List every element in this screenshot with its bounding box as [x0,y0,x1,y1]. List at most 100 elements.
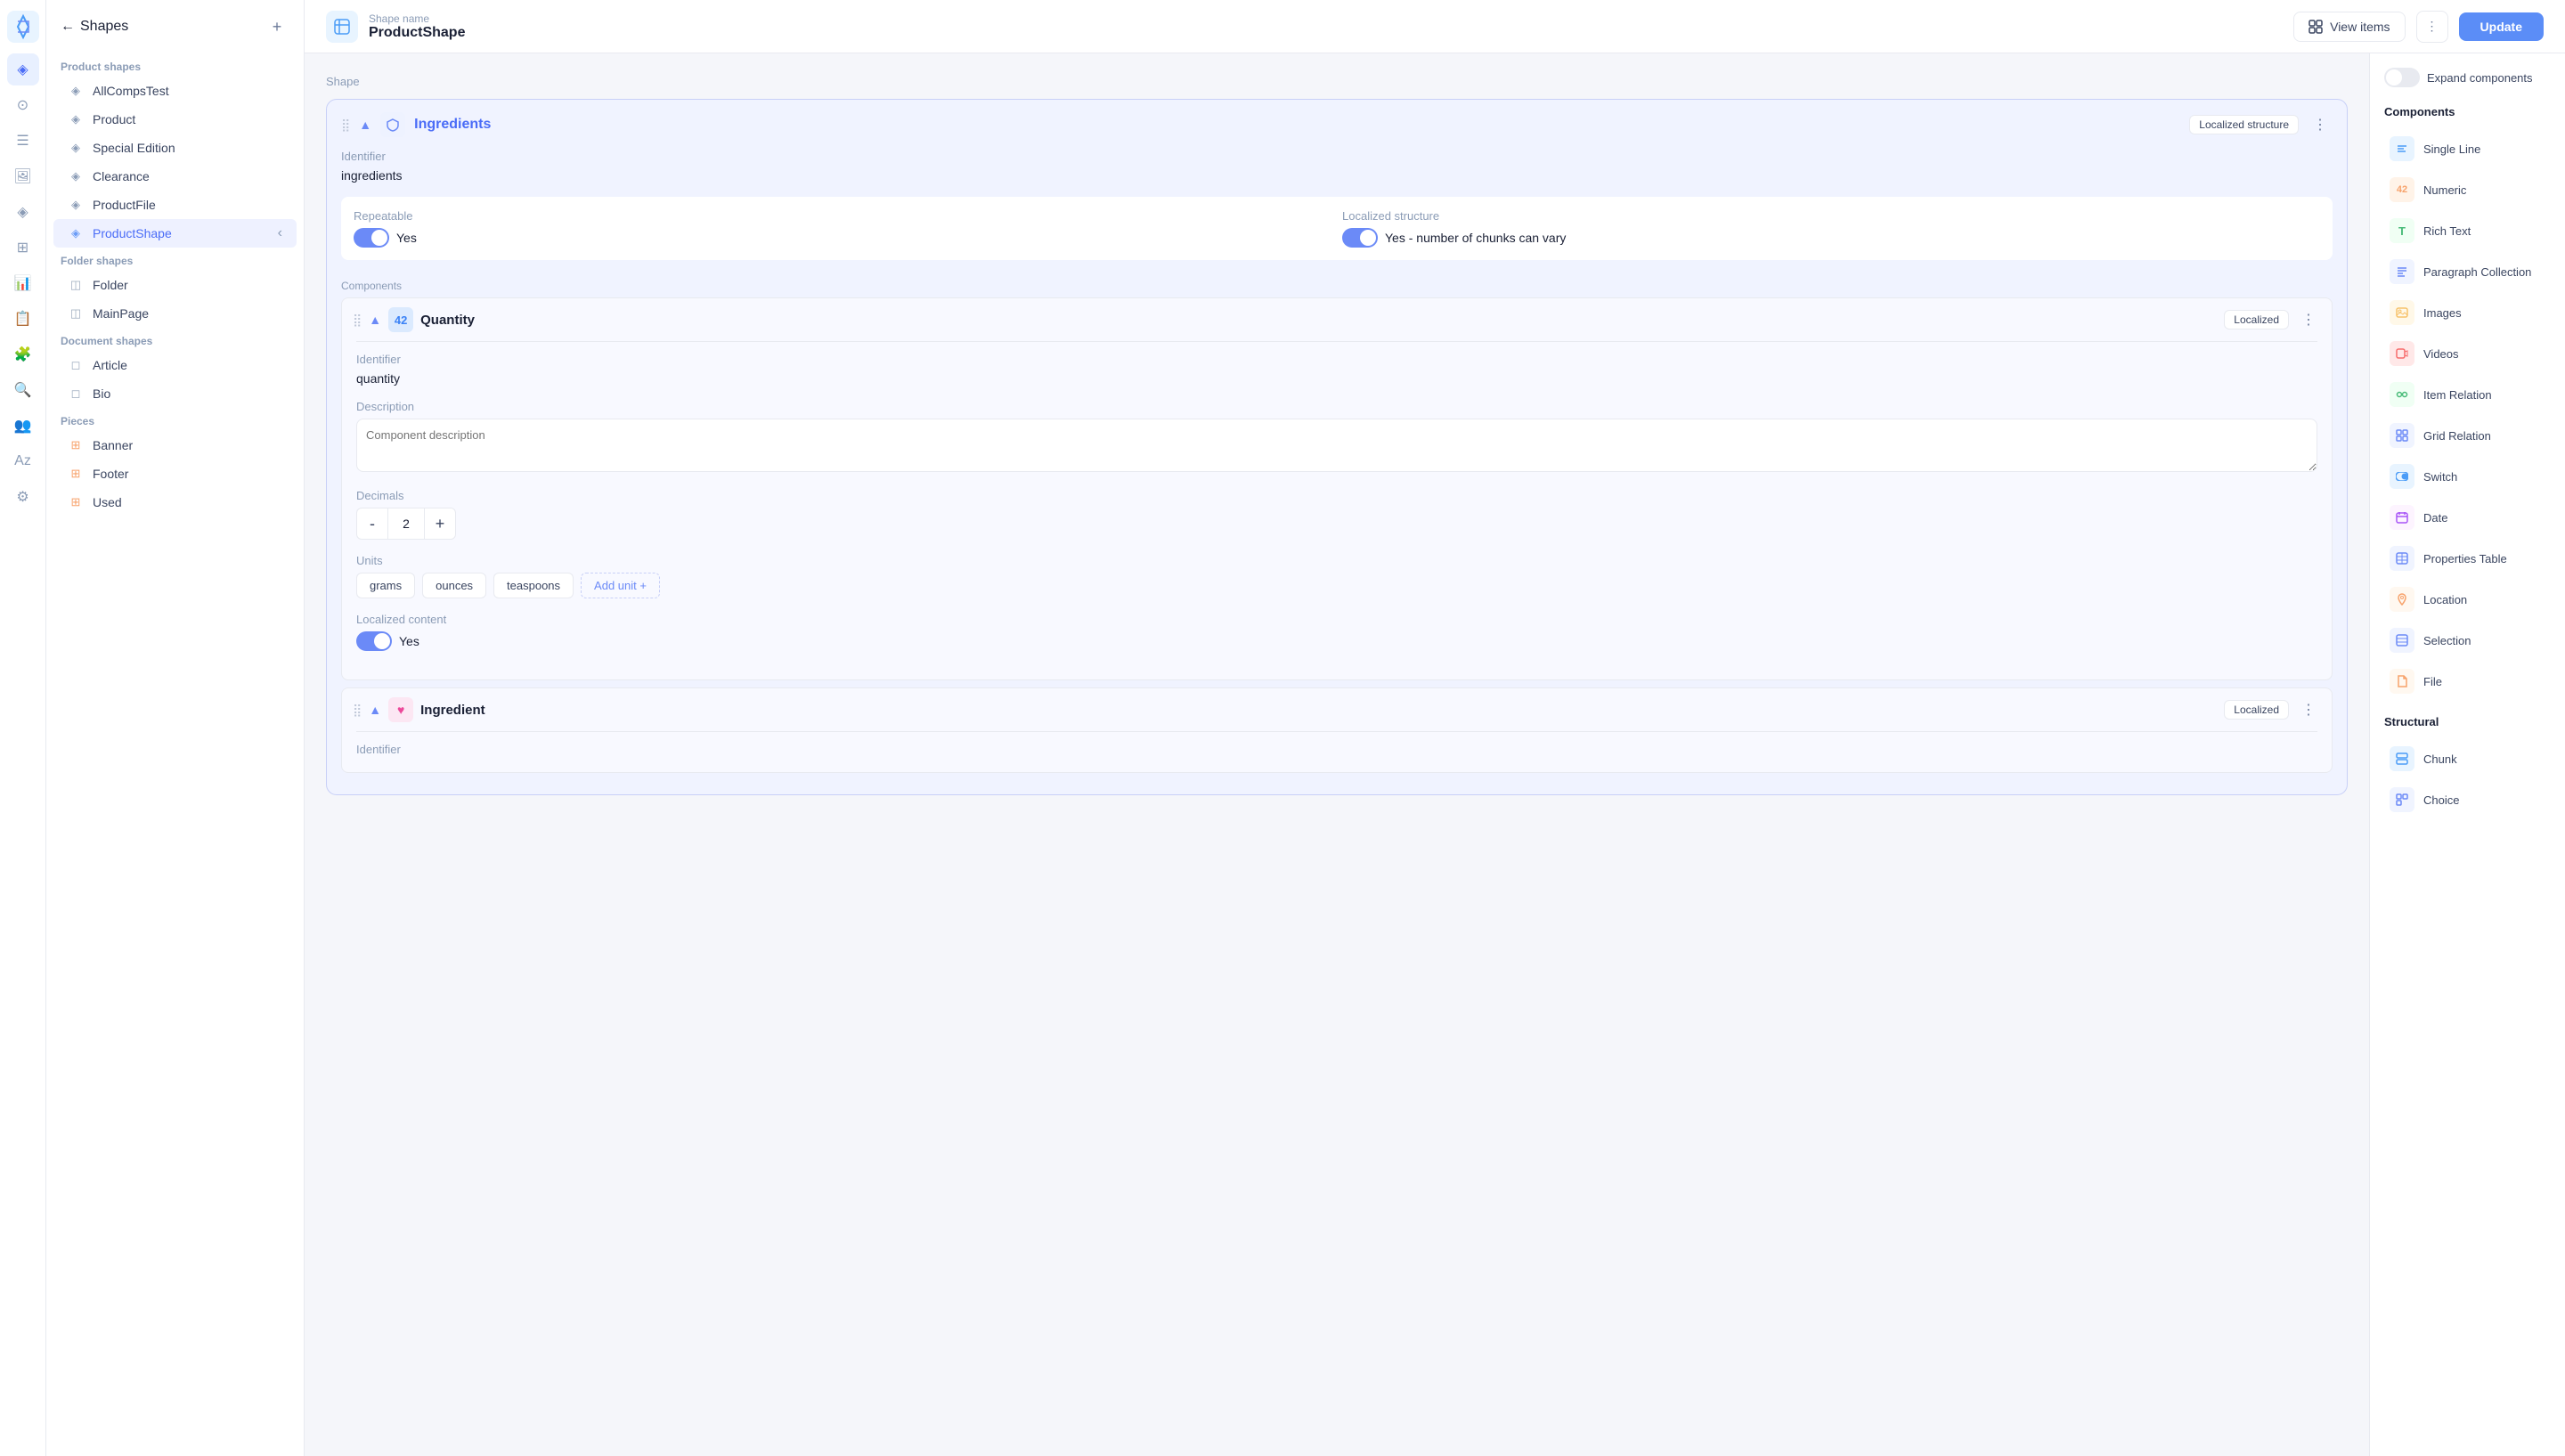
chevron-up-icon[interactable]: ▲ [359,118,371,132]
switch-icon [2390,464,2414,489]
ingredient-body: Identifier [342,743,2332,772]
nav-media-icon[interactable]: 🖼 [7,160,39,192]
nav-analytics-icon[interactable]: 📊 [7,267,39,299]
comp-selection-label: Selection [2423,634,2471,647]
piece-icon: ⊞ [68,466,84,482]
toggle-row: Repeatable Yes Localized structure Yes -… [341,197,2333,260]
sidebar-item-special-edition[interactable]: ◈ Special Edition [53,134,297,162]
comp-item-selection[interactable]: Selection [2384,621,2551,660]
sidebar-item-label: Clearance [93,169,150,183]
back-arrow-icon: ← [61,19,75,35]
decimals-plus-button[interactable]: + [424,508,456,540]
shape-name-info: Shape name ProductShape [369,12,465,41]
sidebar-item-mainpage[interactable]: ◫ MainPage [53,299,297,328]
comp-item-images[interactable]: Images [2384,293,2551,332]
identifier-label: Identifier [341,150,2333,163]
ingredients-more-button[interactable]: ⋮ [2308,112,2333,137]
sidebar-item-article[interactable]: ◻ Article [53,351,297,379]
nav-users-icon[interactable]: 👥 [7,410,39,442]
comp-location-label: Location [2423,593,2467,606]
localized-content-toggle[interactable] [356,631,392,651]
comp-chunk-label: Chunk [2423,752,2457,766]
sidebar-item-label: Product [93,112,135,126]
sidebar-item-footer[interactable]: ⊞ Footer [53,460,297,488]
comp-item-properties-table[interactable]: Properties Table [2384,539,2551,578]
sidebar-add-button[interactable]: + [265,14,289,39]
description-textarea[interactable] [356,419,2317,472]
drag-handle-icon[interactable]: ⣿ [353,703,362,718]
sidebar-item-label: ProductFile [93,198,156,212]
structural-section-title: Structural [2384,715,2551,728]
chevron-up-icon[interactable]: ▲ [369,313,381,327]
unit-grams[interactable]: grams [356,573,415,598]
right-panel: Expand components Components Single Line… [2369,53,2565,1456]
sidebar-back-button[interactable]: ← Shapes [61,19,128,35]
ingredient-more-button[interactable]: ⋮ [2296,697,2321,722]
sidebar-item-productfile[interactable]: ◈ ProductFile [53,191,297,219]
comp-item-single-line[interactable]: Single Line [2384,129,2551,168]
comp-item-choice[interactable]: Choice [2384,780,2551,819]
repeatable-value: Yes [396,231,417,245]
shape-icon: ◈ [68,225,84,241]
nav-grid-icon[interactable]: ⊞ [7,232,39,264]
repeatable-toggle[interactable] [354,228,389,248]
decimals-minus-button[interactable]: - [356,508,388,540]
sidebar-item-banner[interactable]: ⊞ Banner [53,431,297,460]
comp-item-videos[interactable]: Videos [2384,334,2551,373]
unit-teaspoons[interactable]: teaspoons [493,573,574,598]
chevron-up-icon[interactable]: ▲ [369,703,381,717]
sidebar-item-used[interactable]: ⊞ Used [53,488,297,517]
quantity-identifier-group: Identifier quantity [356,353,2317,386]
comp-item-location[interactable]: Location [2384,580,2551,619]
folder-icon: ◫ [68,277,84,293]
nav-az-icon[interactable]: Az [7,445,39,477]
comp-item-chunk[interactable]: Chunk [2384,739,2551,778]
quantity-more-button[interactable]: ⋮ [2296,307,2321,332]
comp-item-grid-relation[interactable]: Grid Relation [2384,416,2551,455]
nav-shapes-icon[interactable]: ◈ [7,53,39,85]
sidebar-item-folder[interactable]: ◫ Folder [53,271,297,299]
topbar-left: Shape name ProductShape [326,11,465,43]
nav-items-icon[interactable]: ☰ [7,125,39,157]
quantity-body: Identifier quantity Description Decimals [342,353,2332,679]
unit-ounces[interactable]: ounces [422,573,486,598]
sidebar-item-product[interactable]: ◈ Product [53,105,297,134]
components-section-title: Components [2384,105,2551,118]
drag-handle-icon[interactable]: ⣿ [353,313,362,328]
comp-item-file[interactable]: File [2384,662,2551,701]
sidebar-item-bio[interactable]: ◻ Bio [53,379,297,408]
comp-properties-table-label: Properties Table [2423,552,2507,565]
comp-item-paragraph-collection[interactable]: Paragraph Collection [2384,252,2551,291]
sidebar-item-clearance[interactable]: ◈ Clearance [53,162,297,191]
drag-handle-icon[interactable]: ⣿ [341,118,350,133]
nav-settings-icon[interactable]: ⚙ [7,481,39,513]
nav-orders-icon[interactable]: 📋 [7,303,39,335]
nav-puzzlepiece-icon[interactable]: 🧩 [7,338,39,370]
comp-item-numeric[interactable]: 42 Numeric [2384,170,2551,209]
sidebar-item-label: MainPage [93,306,149,321]
location-icon [2390,587,2414,612]
add-unit-button[interactable]: Add unit + [581,573,660,598]
view-items-button[interactable]: View items [2293,12,2405,42]
ingredient-badge: Localized [2224,700,2289,720]
nav-search-icon[interactable]: ⊙ [7,89,39,121]
comp-choice-label: Choice [2423,793,2459,807]
expand-components-toggle[interactable] [2384,68,2420,87]
localized-structure-toggle[interactable] [1342,228,1378,248]
update-button[interactable]: Update [2459,12,2544,41]
comp-item-rich-text[interactable]: T Rich Text [2384,211,2551,250]
sidebar-item-productshape[interactable]: ◈ ProductShape ‹ [53,219,297,248]
ingredients-card-icon [380,112,405,137]
ingredient-card-icon: ♥ [388,697,413,722]
date-icon [2390,505,2414,530]
center-panel: Shape ⣿ ▲ Ingredients Localized structur… [305,53,2369,1456]
quantity-card-header: ⣿ ▲ 42 Quantity Localized ⋮ [342,298,2332,341]
nav-discover-icon[interactable]: 🔍 [7,374,39,406]
comp-item-item-relation[interactable]: Item Relation [2384,375,2551,414]
sidebar-item-allcompstest[interactable]: ◈ AllCompsTest [53,77,297,105]
nav-graph-icon[interactable]: ◈ [7,196,39,228]
more-options-button[interactable]: ⋮ [2416,11,2448,43]
comp-item-date[interactable]: Date [2384,498,2551,537]
comp-item-switch[interactable]: Switch [2384,457,2551,496]
main-area: Shape name ProductShape View items ⋮ Upd… [305,0,2565,1456]
